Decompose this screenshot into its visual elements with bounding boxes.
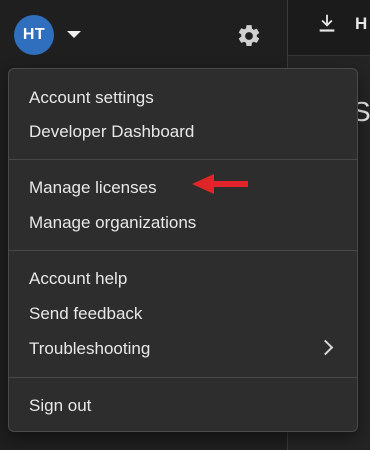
menu-item-developer-dashboard[interactable]: Developer Dashboard (9, 115, 357, 149)
menu-divider (9, 159, 357, 160)
menu-item-label: Account help (29, 269, 128, 288)
caret-down-icon[interactable] (67, 31, 81, 38)
menu-item-label: Manage organizations (29, 213, 197, 232)
account-header: HT (0, 0, 287, 68)
menu-divider (9, 250, 357, 251)
menu-item-label: Developer Dashboard (29, 122, 195, 141)
download-icon[interactable] (316, 12, 338, 34)
menu-item-account-settings[interactable]: Account settings (9, 81, 357, 115)
right-toolbar: H (288, 0, 370, 56)
menu-item-label: Manage licenses (29, 178, 157, 197)
menu-item-sign-out[interactable]: Sign out (9, 389, 357, 423)
menu-item-label: Account settings (29, 88, 154, 107)
menu-item-label: Sign out (29, 396, 92, 415)
avatar-initials: HT (22, 26, 46, 43)
menu-item-label: Send feedback (29, 304, 143, 323)
user-avatar[interactable]: HT (14, 15, 54, 55)
chevron-right-icon (317, 339, 334, 356)
menu-divider (9, 377, 357, 378)
menu-item-send-feedback[interactable]: Send feedback (9, 297, 357, 331)
menu-item-manage-organizations[interactable]: Manage organizations (9, 206, 357, 240)
gear-icon[interactable] (236, 23, 262, 49)
annotation-arrow-icon (192, 174, 248, 194)
menu-item-manage-licenses[interactable]: Manage licenses (9, 171, 357, 205)
account-dropdown-menu: Account settings Developer Dashboard Man… (8, 68, 358, 432)
menu-item-troubleshooting[interactable]: Troubleshooting (9, 332, 357, 366)
menu-item-label: Troubleshooting (29, 339, 151, 358)
menu-item-account-help[interactable]: Account help (9, 262, 357, 296)
partial-tab-title: H (355, 14, 368, 33)
